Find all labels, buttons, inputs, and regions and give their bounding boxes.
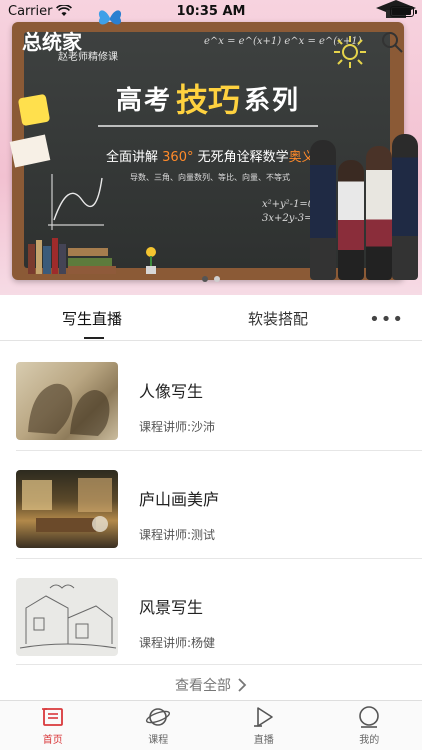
home-icon (40, 705, 66, 729)
course-thumbnail (16, 578, 118, 656)
tab-soft-decoration[interactable]: 软装搭配 (248, 295, 308, 341)
profile-icon (356, 705, 382, 729)
nav-live-label: 直播 (253, 735, 274, 746)
nav-courses[interactable]: 课程 (106, 701, 212, 750)
play-icon (251, 705, 277, 729)
nav-home[interactable]: 首页 (0, 701, 106, 750)
course-item[interactable]: 庐山画美庐 课程讲师:测试 (0, 458, 422, 566)
logo-subtitle: 赵老师精修课 (58, 52, 118, 63)
search-icon[interactable] (380, 30, 404, 54)
students-photo (308, 130, 418, 280)
course-teacher: 课程讲师:杨健 (139, 636, 216, 650)
graph-doodle-icon (48, 174, 104, 230)
course-teacher: 课程讲师:测试 (139, 528, 216, 542)
course-title: 庐山画美庐 (139, 490, 220, 509)
banner-title: 高考 技巧 系列 (115, 81, 301, 119)
nav-profile-label: 我的 (359, 735, 380, 746)
wifi-icon (56, 5, 73, 16)
nav-live[interactable]: 直播 (211, 701, 317, 750)
view-all-label: 查看全部 (175, 678, 231, 694)
course-title: 人像写生 (139, 382, 204, 401)
planet-icon (145, 705, 171, 729)
course-thumbnail (16, 362, 118, 440)
course-teacher: 课程讲师:沙沛 (139, 420, 216, 434)
banner-topics: 导数、三角、向量数列、等比、向量、不等式 (130, 173, 290, 182)
nav-home-label: 首页 (42, 735, 63, 746)
list-divider (16, 450, 422, 451)
status-bar: Carrier 10:35 AM (0, 0, 422, 22)
flower-pot-icon (146, 247, 156, 274)
chevron-right-icon (238, 678, 247, 692)
bottom-tab-bar: 首页 课程 直播 我的 (0, 700, 422, 750)
carrier-label: Carrier (8, 3, 53, 19)
tab-sketch-live[interactable]: 写生直播 (62, 295, 122, 341)
banner-carousel[interactable]: 总统家 赵老师精修课 e^x = e^(x+1) e^x = e^(x+1) 高… (0, 0, 422, 295)
category-tabs: 写生直播 软装搭配 ••• (0, 295, 422, 341)
battery-icon (390, 5, 417, 17)
view-all-button[interactable]: 查看全部 (0, 673, 422, 697)
list-divider (16, 664, 422, 665)
title-underline (98, 125, 318, 127)
banner-tagline: 全面讲解 360° 无死角诠释数学奥义! (106, 150, 320, 165)
nav-profile[interactable]: 我的 (317, 701, 422, 750)
smiley-sticker (17, 93, 51, 127)
nav-courses-label: 课程 (148, 735, 169, 746)
course-item[interactable]: 风景写生 课程讲师:杨健 (0, 566, 422, 674)
carousel-dot[interactable] (202, 276, 208, 282)
course-thumbnail (16, 470, 118, 548)
tab-active-indicator (84, 337, 104, 339)
carousel-indicator (0, 276, 422, 282)
course-item[interactable]: 人像写生 课程讲师:沙沛 (0, 350, 422, 458)
sun-doodle-icon (334, 36, 366, 68)
books-icon (28, 238, 116, 274)
carousel-dot[interactable] (214, 276, 220, 282)
course-title: 风景写生 (139, 598, 204, 617)
more-tabs-icon[interactable]: ••• (369, 309, 404, 330)
list-divider (16, 558, 422, 559)
